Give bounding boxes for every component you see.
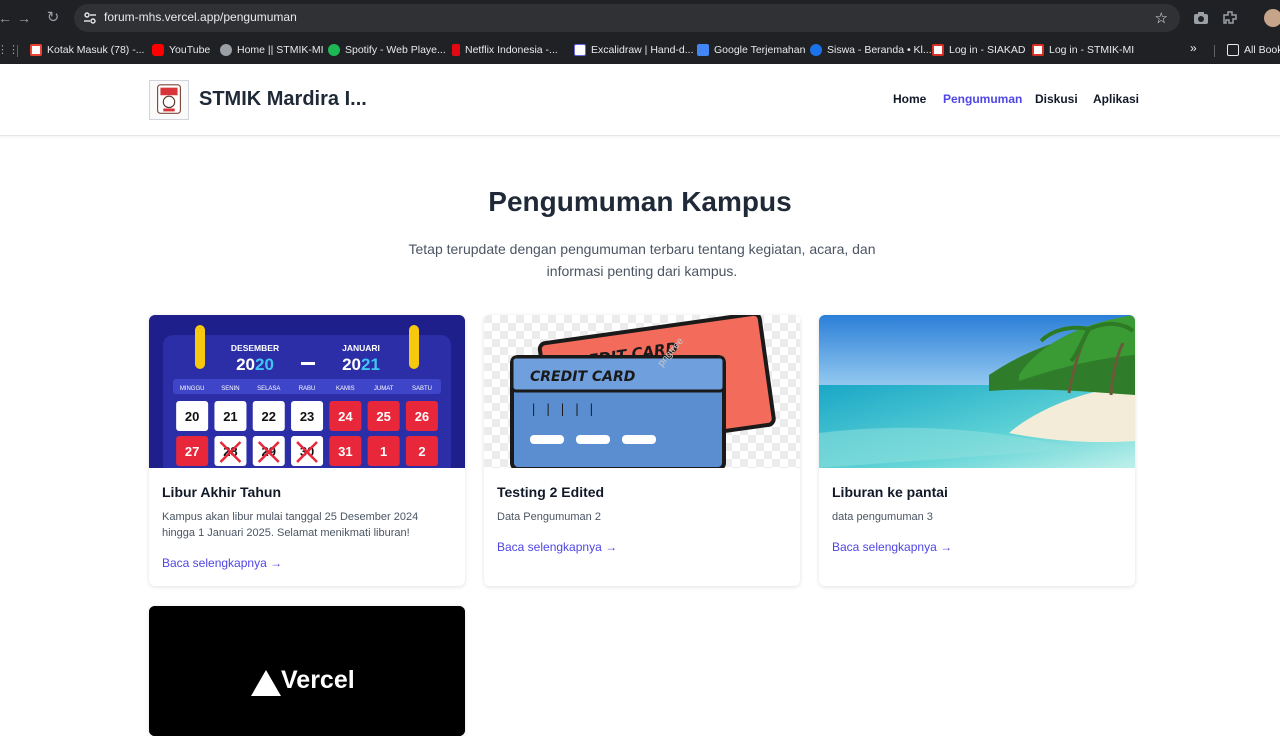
browser-toolbar: ← → ↻ forum-mhs.vercel.app/pengumuman ☆ bbox=[0, 0, 1280, 36]
card-text: Kampus akan libur mulai tanggal 25 Desem… bbox=[162, 511, 419, 539]
cal-year-right-a: 20 bbox=[342, 355, 361, 374]
cal-month-left: DESEMBER bbox=[231, 343, 279, 353]
stmik-icon bbox=[1032, 44, 1044, 56]
page-title: Pengumuman Kampus bbox=[488, 186, 792, 217]
read-more-link[interactable]: Baca selengkapnya → bbox=[162, 556, 282, 570]
card-digits: | | | | | bbox=[530, 402, 595, 416]
cal-month-right: JANUARI bbox=[342, 343, 380, 353]
url-text[interactable]: forum-mhs.vercel.app/pengumuman bbox=[104, 10, 297, 24]
bookmark-youtube[interactable]: YouTube bbox=[152, 41, 210, 59]
svg-text:2021: 2021 bbox=[342, 355, 380, 374]
campus-logo[interactable] bbox=[149, 80, 189, 120]
nav-aplikasi[interactable]: Aplikasi bbox=[1093, 92, 1139, 106]
calendar-illustration: DESEMBER JANUARI 2020 2021 MINGGU SENIN SE… bbox=[149, 315, 465, 468]
nav-diskusi[interactable]: Diskusi bbox=[1035, 92, 1078, 106]
bookmark-siakad[interactable]: Log in - SIAKAD bbox=[932, 41, 1025, 59]
bookmark-google-translate[interactable]: Google Terjemahan bbox=[697, 41, 805, 59]
announcement-card[interactable]: CREDIT CARD CREDIT CARD | | | | | pngtre… bbox=[484, 315, 800, 586]
folder-icon bbox=[1227, 44, 1239, 56]
card-title[interactable]: Testing 2 Edited bbox=[497, 484, 604, 500]
announcement-card[interactable]: DESEMBER JANUARI 2020 2021 MINGGU SENIN SE… bbox=[149, 315, 465, 586]
cal-year-left-a: 20 bbox=[236, 355, 255, 374]
card-text: data pengumuman 3 bbox=[832, 511, 933, 523]
extensions-icon[interactable] bbox=[1221, 9, 1239, 27]
card-image-credit-card: CREDIT CARD CREDIT CARD | | | | | pngtre… bbox=[484, 315, 800, 468]
cal-date: 26 bbox=[415, 409, 429, 424]
cal-date: 23 bbox=[300, 409, 314, 424]
bookmark-star-icon[interactable]: ☆ bbox=[1155, 9, 1168, 27]
read-more-link[interactable]: Baca selengkapnya → bbox=[497, 540, 617, 554]
card-title[interactable]: Liburan ke pantai bbox=[832, 484, 948, 500]
cal-date: 24 bbox=[338, 409, 353, 424]
siakad-icon bbox=[932, 44, 944, 56]
svg-text:2020: 2020 bbox=[236, 355, 274, 374]
globe-icon bbox=[220, 44, 232, 56]
bookmark-spotify[interactable]: Spotify - Web Playe... bbox=[328, 41, 446, 59]
cal-day-label: RABU bbox=[299, 386, 316, 392]
classroom-icon bbox=[810, 44, 822, 56]
announcement-card[interactable]: Vercel bbox=[149, 606, 465, 736]
all-bookmarks[interactable]: All Book bbox=[1227, 41, 1280, 59]
netflix-icon bbox=[452, 44, 460, 56]
vercel-wordmark: Vercel bbox=[281, 666, 355, 694]
spotify-icon bbox=[328, 44, 340, 56]
more-bookmarks-icon[interactable]: » bbox=[1190, 41, 1197, 55]
cal-date: 21 bbox=[223, 409, 237, 424]
back-icon[interactable]: ← bbox=[0, 9, 14, 27]
read-more-link[interactable]: Baca selengkapnya → bbox=[832, 540, 952, 554]
credit-card-illustration: CREDIT CARD CREDIT CARD | | | | | pngtre… bbox=[484, 315, 800, 468]
bookmark-stmik-home[interactable]: Home || STMIK-MI bbox=[220, 41, 324, 59]
vercel-triangle-icon bbox=[251, 670, 281, 696]
nav-pengumuman[interactable]: Pengumuman bbox=[943, 92, 1022, 106]
cal-day-label: KAMIS bbox=[336, 386, 355, 392]
divider bbox=[17, 45, 18, 57]
card-image-calendar: DESEMBER JANUARI 2020 2021 MINGGU SENIN SE… bbox=[149, 315, 465, 468]
gmail-icon bbox=[30, 44, 42, 56]
announcement-card[interactable]: Liburan ke pantai data pengumuman 3 Baca… bbox=[819, 315, 1135, 586]
beach-photo bbox=[819, 315, 1135, 468]
cal-day-label: SENIN bbox=[221, 386, 239, 392]
reload-icon[interactable]: ↻ bbox=[44, 9, 62, 27]
apps-icon[interactable]: ⋮⋮ bbox=[0, 43, 19, 57]
card-front-label: CREDIT CARD bbox=[530, 369, 635, 385]
site-settings-icon[interactable] bbox=[82, 10, 98, 26]
card-title[interactable]: Libur Akhir Tahun bbox=[162, 484, 281, 500]
nav-home[interactable]: Home bbox=[893, 92, 926, 106]
cal-date: 27 bbox=[185, 444, 199, 459]
cal-day-label: JUMAT bbox=[374, 386, 394, 392]
card-text: Data Pengumuman 2 bbox=[497, 511, 601, 523]
bookmark-netflix[interactable]: Netflix Indonesia -... bbox=[452, 41, 558, 59]
cal-date: 20 bbox=[185, 409, 199, 424]
cal-date: 1 bbox=[380, 444, 387, 459]
cal-date: 22 bbox=[262, 409, 276, 424]
bookmark-excalidraw[interactable]: Excalidraw | Hand-d... bbox=[574, 41, 694, 59]
site-brand[interactable]: STMIK Mardira I... bbox=[199, 88, 367, 111]
profile-avatar[interactable] bbox=[1264, 9, 1280, 27]
excalidraw-icon bbox=[574, 44, 586, 56]
cal-date: 25 bbox=[376, 409, 390, 424]
camera-icon[interactable] bbox=[1192, 9, 1210, 27]
cal-dash bbox=[301, 362, 315, 365]
bookmarks-bar: ⋮⋮ Kotak Masuk (78) -... YouTube Home ||… bbox=[0, 36, 1280, 64]
site-header: STMIK Mardira I... Home Pengumuman Disku… bbox=[0, 64, 1280, 136]
cal-day-label: SABTU bbox=[412, 386, 432, 392]
translate-icon bbox=[697, 44, 709, 56]
page-subtitle: Tetap terupdate dengan pengumuman terbar… bbox=[408, 241, 876, 279]
cal-date: 31 bbox=[338, 444, 352, 459]
cal-year-left-b: 20 bbox=[255, 355, 274, 374]
card-image-beach bbox=[819, 315, 1135, 468]
bookmark-siswa[interactable]: Siswa - Beranda • Kl... bbox=[810, 41, 932, 59]
cal-date: 2 bbox=[418, 444, 425, 459]
bookmark-stmik-login[interactable]: Log in - STMIK-MI bbox=[1032, 41, 1134, 59]
youtube-icon bbox=[152, 44, 164, 56]
card-image-vercel: Vercel bbox=[149, 606, 465, 736]
address-bar[interactable]: forum-mhs.vercel.app/pengumuman ☆ bbox=[74, 4, 1180, 32]
cal-day-label: SELASA bbox=[257, 386, 280, 392]
cal-year-right-b: 21 bbox=[361, 355, 380, 374]
divider bbox=[1214, 45, 1215, 57]
cal-day-label: MINGGU bbox=[180, 386, 205, 392]
forward-icon[interactable]: → bbox=[15, 9, 33, 27]
bookmark-gmail[interactable]: Kotak Masuk (78) -... bbox=[30, 41, 144, 59]
